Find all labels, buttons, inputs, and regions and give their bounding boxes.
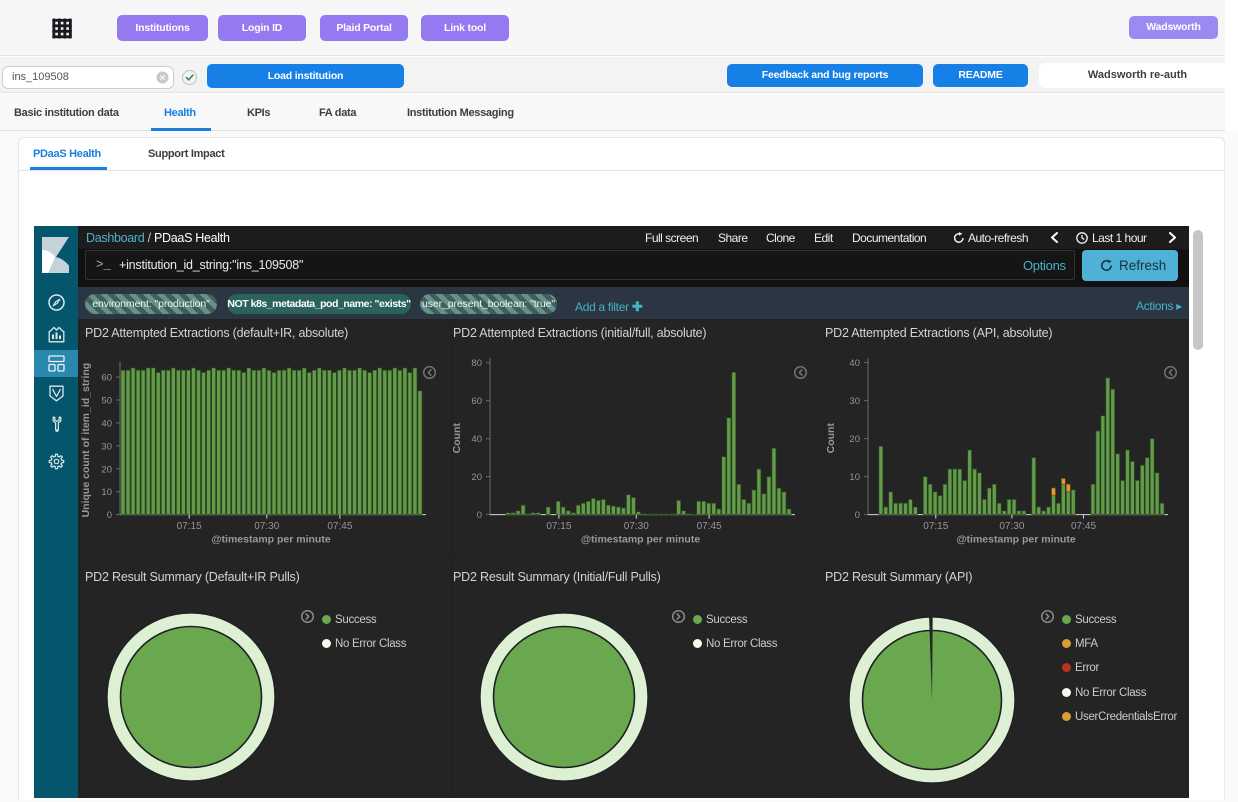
svg-text:Unique count of item_id_string: Unique count of item_id_string — [80, 363, 92, 518]
svg-text:80: 80 — [471, 358, 482, 369]
svg-text:@timestamp per minute: @timestamp per minute — [581, 534, 701, 546]
svg-text:30: 30 — [849, 396, 860, 407]
svg-text:0: 0 — [477, 510, 482, 521]
svg-text:@timestamp per minute: @timestamp per minute — [211, 534, 331, 546]
svg-text:20: 20 — [471, 472, 482, 483]
svg-text:0: 0 — [855, 510, 860, 521]
svg-text:Count: Count — [825, 423, 837, 454]
svg-text:50: 50 — [101, 396, 112, 407]
svg-text:07:30: 07:30 — [999, 521, 1024, 532]
svg-text:07:15: 07:15 — [923, 521, 948, 532]
svg-text:0: 0 — [107, 510, 112, 521]
svg-text:20: 20 — [849, 434, 860, 445]
svg-text:60: 60 — [101, 373, 112, 384]
svg-text:10: 10 — [849, 472, 860, 483]
svg-text:30: 30 — [101, 441, 112, 452]
svg-text:20: 20 — [101, 464, 112, 475]
svg-text:10: 10 — [101, 487, 112, 498]
svg-text:07:30: 07:30 — [624, 521, 649, 532]
svg-text:40: 40 — [101, 418, 112, 429]
svg-text:07:45: 07:45 — [327, 521, 352, 532]
svg-text:07:45: 07:45 — [1071, 521, 1096, 532]
svg-text:07:15: 07:15 — [177, 521, 202, 532]
svg-text:40: 40 — [849, 358, 860, 369]
svg-text:60: 60 — [471, 396, 482, 407]
svg-text:@timestamp per minute: @timestamp per minute — [956, 534, 1076, 546]
svg-text:07:45: 07:45 — [697, 521, 722, 532]
svg-text:40: 40 — [471, 434, 482, 445]
svg-text:Count: Count — [451, 423, 463, 454]
svg-text:07:15: 07:15 — [546, 521, 571, 532]
svg-text:07:30: 07:30 — [254, 521, 279, 532]
